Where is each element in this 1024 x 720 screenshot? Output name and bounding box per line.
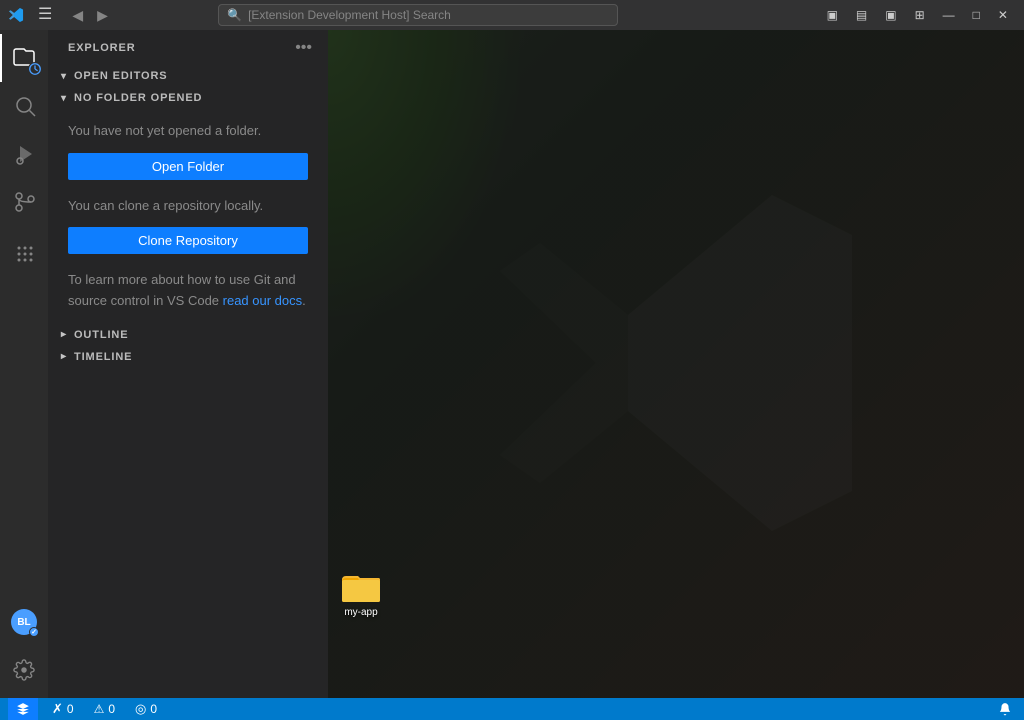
manage-button[interactable] <box>0 646 48 694</box>
no-folder-intro: You have not yet opened a folder. <box>68 121 308 141</box>
no-folder-label: NO FOLDER OPENED <box>74 92 202 104</box>
chevron-right-icon-2: ▸ <box>56 349 72 365</box>
chevron-down-icon: ▾ <box>56 68 72 84</box>
sidebar-header: EXPLORER ••• <box>48 30 328 65</box>
errors-status[interactable]: ✗ 0 <box>46 698 80 720</box>
activity-bar-item-extensions[interactable] <box>0 230 48 278</box>
forward-button[interactable]: ▶ <box>91 3 114 28</box>
warning-count: 0 <box>108 702 115 716</box>
editor-area: my-app <box>328 30 1024 698</box>
sidebar-content: ▾ OPEN EDITORS ▾ NO FOLDER OPENED You ha… <box>48 65 328 698</box>
maximize-button[interactable]: □ <box>965 4 988 26</box>
remote-indicator[interactable] <box>8 698 38 720</box>
warnings-status[interactable]: ⚠ 0 <box>88 698 121 720</box>
layout-toggle-1[interactable]: ▣ <box>819 4 846 26</box>
error-icon: ✗ <box>52 701 63 717</box>
layout-toggle-2[interactable]: ▤ <box>848 4 875 26</box>
notifications-bell[interactable] <box>994 698 1016 720</box>
remote-icon <box>16 702 30 716</box>
title-bar: ☰ ◀ ▶ 🔍 [Extension Development Host] Sea… <box>0 0 1024 30</box>
clone-intro-text: You can clone a repository locally. <box>68 196 308 216</box>
avatar: BL ✓ <box>11 609 37 635</box>
window-controls: ▣ ▤ ▣ ⊞ — □ ✕ <box>819 4 1016 26</box>
bell-icon <box>998 702 1012 716</box>
antenna-icon: ◎ <box>135 701 146 717</box>
warning-icon: ⚠ <box>94 702 105 716</box>
avatar-badge: ✓ <box>29 627 39 637</box>
error-count: 0 <box>67 702 74 716</box>
read-docs-link[interactable]: read our docs <box>223 293 303 308</box>
search-placeholder-text: [Extension Development Host] Search <box>248 8 451 22</box>
vscode-logo-icon <box>8 7 24 23</box>
sidebar-title: EXPLORER <box>68 42 136 54</box>
gear-icon <box>13 659 35 681</box>
activity-bar-item-run[interactable] <box>0 130 48 178</box>
section-header-outline[interactable]: ▸ OUTLINE <box>48 324 328 346</box>
navigation-buttons: ◀ ▶ <box>66 3 114 28</box>
activity-bar: BL ✓ <box>0 30 48 698</box>
back-button[interactable]: ◀ <box>66 3 89 28</box>
learn-more-text: To learn more about how to use Git and s… <box>68 270 308 312</box>
run-debug-icon <box>13 142 37 166</box>
info-status[interactable]: ◎ 0 <box>129 698 163 720</box>
info-count: 0 <box>150 702 157 716</box>
git-icon <box>13 190 37 214</box>
layout-toggle-3[interactable]: ▣ <box>877 4 904 26</box>
extensions-icon <box>13 242 37 266</box>
layout-toggle-4[interactable]: ⊞ <box>907 4 933 26</box>
folder-icon <box>342 572 380 604</box>
main-area: BL ✓ EXPLORER ••• ▾ OPEN EDITORS <box>0 30 1024 698</box>
no-folder-content: You have not yet opened a folder. Open F… <box>48 109 328 324</box>
close-button[interactable]: ✕ <box>990 4 1016 26</box>
chevron-down-icon-2: ▾ <box>56 90 72 106</box>
explorer-badge <box>28 62 42 76</box>
section-header-open-editors[interactable]: ▾ OPEN EDITORS <box>48 65 328 87</box>
activity-bar-bottom: BL ✓ <box>0 598 48 698</box>
open-folder-button[interactable]: Open Folder <box>68 153 308 180</box>
desktop-folder-item[interactable]: my-app <box>342 572 380 618</box>
status-left: ✗ 0 ⚠ 0 ◎ 0 <box>8 698 163 720</box>
chevron-right-icon: ▸ <box>56 327 72 343</box>
activity-bar-item-search[interactable] <box>0 82 48 130</box>
sidebar-more-button[interactable]: ••• <box>291 38 316 58</box>
status-right <box>994 698 1016 720</box>
timeline-label: TIMELINE <box>74 351 132 363</box>
minimize-button[interactable]: — <box>935 4 963 26</box>
status-bar: ✗ 0 ⚠ 0 ◎ 0 <box>0 698 1024 720</box>
sidebar: EXPLORER ••• ▾ OPEN EDITORS ▾ NO FOLDER … <box>48 30 328 698</box>
search-icon <box>13 94 37 118</box>
folder-label: my-app <box>344 607 377 618</box>
outline-label: OUTLINE <box>74 329 128 341</box>
section-header-no-folder[interactable]: ▾ NO FOLDER OPENED <box>48 87 328 109</box>
search-icon: 🔍 <box>227 8 242 22</box>
activity-bar-item-source-control[interactable] <box>0 178 48 226</box>
hamburger-menu-button[interactable]: ☰ <box>32 3 58 27</box>
open-editors-label: OPEN EDITORS <box>74 70 167 82</box>
search-bar[interactable]: 🔍 [Extension Development Host] Search <box>218 4 618 26</box>
clone-repository-button[interactable]: Clone Repository <box>68 227 308 254</box>
activity-bar-item-explorer[interactable] <box>0 34 48 82</box>
account-button[interactable]: BL ✓ <box>0 598 48 646</box>
section-header-timeline[interactable]: ▸ TIMELINE <box>48 346 328 368</box>
vscode-watermark <box>476 163 876 566</box>
